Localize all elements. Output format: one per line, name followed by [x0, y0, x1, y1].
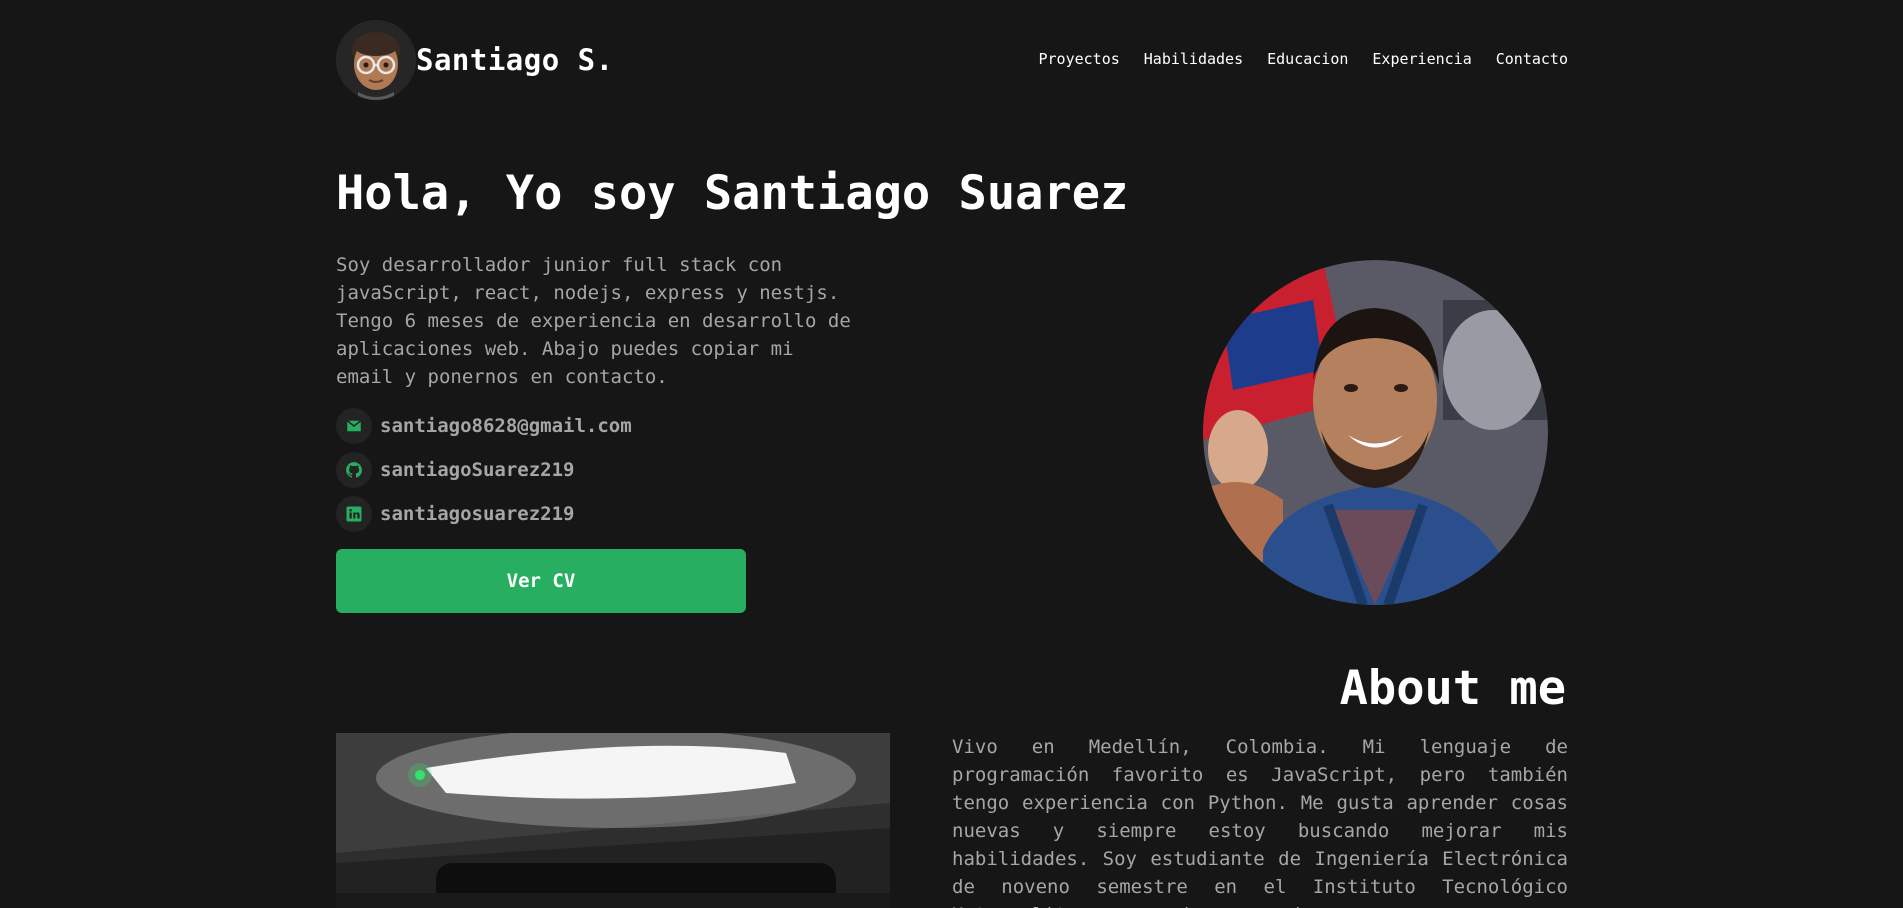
brand-link[interactable]: Santiago S.: [336, 20, 614, 100]
page: Santiago S. Proyectos Habilidades Educac…: [0, 0, 1903, 908]
github-icon: [336, 452, 372, 488]
memoji-avatar-icon: [336, 20, 416, 100]
navbar: Santiago S. Proyectos Habilidades Educac…: [336, 20, 1568, 102]
contact-github-text: santiagoSuarez219: [380, 459, 575, 481]
contact-email-text: santiago8628@gmail.com: [380, 415, 632, 437]
nav-link-proyectos[interactable]: Proyectos: [1039, 50, 1120, 68]
nav-link-contacto[interactable]: Contacto: [1496, 50, 1568, 68]
view-cv-button[interactable]: Ver CV: [336, 549, 746, 613]
nav-link-educacion[interactable]: Educacion: [1267, 50, 1348, 68]
profile-photo: [1203, 260, 1548, 605]
contact-list: santiago8628@gmail.com santiagoSuarez219: [336, 408, 632, 540]
about-title: About me: [1339, 661, 1566, 716]
nav-link-habilidades[interactable]: Habilidades: [1144, 50, 1243, 68]
hero-title: Hola, Yo soy Santiago Suarez: [336, 166, 1129, 221]
nav-link-experiencia[interactable]: Experiencia: [1372, 50, 1471, 68]
brand-name: Santiago S.: [416, 43, 614, 77]
about-text: Vivo en Medellín, Colombia. Mi lenguaje …: [952, 736, 1568, 908]
linkedin-icon: [336, 496, 372, 532]
content-wrapper: Santiago S. Proyectos Habilidades Educac…: [336, 0, 1568, 908]
contact-linkedin[interactable]: santiagosuarez219: [336, 496, 632, 532]
about-photo: [336, 733, 890, 908]
contact-linkedin-text: santiagosuarez219: [380, 503, 575, 525]
contact-email[interactable]: santiago8628@gmail.com: [336, 408, 632, 444]
mail-icon: [336, 408, 372, 444]
contact-github[interactable]: santiagoSuarez219: [336, 452, 632, 488]
hero-description: Soy desarrollador junior full stack con …: [336, 254, 851, 388]
nav-links: Proyectos Habilidades Educacion Experien…: [1039, 50, 1569, 68]
